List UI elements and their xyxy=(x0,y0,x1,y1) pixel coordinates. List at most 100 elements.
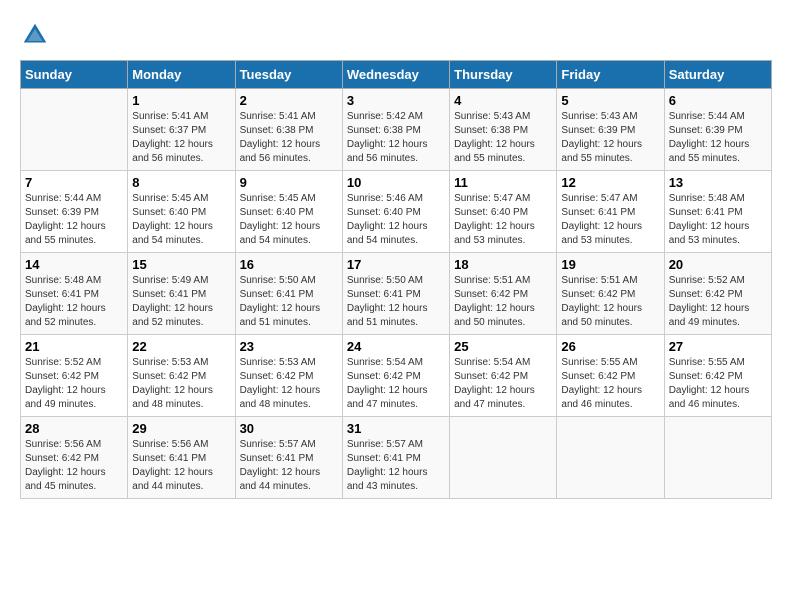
calendar-day-cell: 29 Sunrise: 5:56 AM Sunset: 6:41 PM Dayli… xyxy=(128,417,235,499)
day-number: 25 xyxy=(454,339,552,354)
day-number: 4 xyxy=(454,93,552,108)
day-number: 28 xyxy=(25,421,123,436)
day-number: 23 xyxy=(240,339,338,354)
day-of-week-header: Friday xyxy=(557,61,664,89)
calendar-day-cell: 31 Sunrise: 5:57 AM Sunset: 6:41 PM Dayli… xyxy=(342,417,449,499)
day-number: 9 xyxy=(240,175,338,190)
calendar-day-cell: 9Sunrise: 5:45 AM Sunset: 6:40 PM Daylig… xyxy=(235,171,342,253)
calendar-day-cell: 24Sunrise: 5:54 AM Sunset: 6:42 PM Dayli… xyxy=(342,335,449,417)
day-info: Sunrise: 5:55 AM Sunset: 6:42 PM Dayligh… xyxy=(561,356,659,412)
calendar-day-cell xyxy=(21,89,128,171)
day-info: Sunrise: 5:49 AM Sunset: 6:41 PM Dayligh… xyxy=(132,274,230,330)
calendar-day-cell xyxy=(450,417,557,499)
day-info: Sunrise: 5:43 AM Sunset: 6:38 PM Dayligh… xyxy=(454,110,552,166)
day-number: 5 xyxy=(561,93,659,108)
day-info: Sunrise: 5:44 AM Sunset: 6:39 PM Dayligh… xyxy=(25,192,123,248)
calendar-week-row: 7 Sunrise: 5:44 AM Sunset: 6:39 PM Daylig… xyxy=(21,171,772,253)
day-number: 22 xyxy=(132,339,230,354)
day-number: 29 xyxy=(132,421,230,436)
calendar-day-cell: 12 Sunrise: 5:47 AM Sunset: 6:41 PM Dayli… xyxy=(557,171,664,253)
day-number: 27 xyxy=(669,339,767,354)
day-number: 16 xyxy=(240,257,338,272)
calendar-day-cell: 17 Sunrise: 5:50 AM Sunset: 6:41 PM Dayli… xyxy=(342,253,449,335)
calendar-week-row: 28Sunrise: 5:56 AM Sunset: 6:42 PM Dayli… xyxy=(21,417,772,499)
day-number: 19 xyxy=(561,257,659,272)
day-info: Sunrise: 5:50 AM Sunset: 6:41 PM Dayligh… xyxy=(347,274,445,330)
day-info: Sunrise: 5:53 AM Sunset: 6:42 PM Dayligh… xyxy=(132,356,230,412)
day-number: 12 xyxy=(561,175,659,190)
day-number: 1 xyxy=(132,93,230,108)
calendar-day-cell: 22 Sunrise: 5:53 AM Sunset: 6:42 PM Dayli… xyxy=(128,335,235,417)
day-number: 17 xyxy=(347,257,445,272)
logo xyxy=(20,20,54,50)
calendar-day-cell: 15Sunrise: 5:49 AM Sunset: 6:41 PM Dayli… xyxy=(128,253,235,335)
day-number: 18 xyxy=(454,257,552,272)
page-header xyxy=(20,20,772,50)
calendar-table: SundayMondayTuesdayWednesdayThursdayFrid… xyxy=(20,60,772,499)
calendar-day-cell: 5 Sunrise: 5:43 AM Sunset: 6:39 PM Daylig… xyxy=(557,89,664,171)
day-info: Sunrise: 5:46 AM Sunset: 6:40 PM Dayligh… xyxy=(347,192,445,248)
day-of-week-header: Monday xyxy=(128,61,235,89)
day-of-week-header: Thursday xyxy=(450,61,557,89)
day-number: 14 xyxy=(25,257,123,272)
day-number: 2 xyxy=(240,93,338,108)
calendar-day-cell: 20Sunrise: 5:52 AM Sunset: 6:42 PM Dayli… xyxy=(664,253,771,335)
day-number: 24 xyxy=(347,339,445,354)
calendar-day-cell: 10 Sunrise: 5:46 AM Sunset: 6:40 PM Dayli… xyxy=(342,171,449,253)
day-info: Sunrise: 5:54 AM Sunset: 6:42 PM Dayligh… xyxy=(454,356,552,412)
day-info: Sunrise: 5:47 AM Sunset: 6:40 PM Dayligh… xyxy=(454,192,552,248)
day-of-week-header: Sunday xyxy=(21,61,128,89)
calendar-day-cell: 1 Sunrise: 5:41 AM Sunset: 6:37 PM Daylig… xyxy=(128,89,235,171)
day-info: Sunrise: 5:50 AM Sunset: 6:41 PM Dayligh… xyxy=(240,274,338,330)
day-info: Sunrise: 5:42 AM Sunset: 6:38 PM Dayligh… xyxy=(347,110,445,166)
calendar-day-cell: 3 Sunrise: 5:42 AM Sunset: 6:38 PM Daylig… xyxy=(342,89,449,171)
day-of-week-header: Tuesday xyxy=(235,61,342,89)
day-info: Sunrise: 5:52 AM Sunset: 6:42 PM Dayligh… xyxy=(25,356,123,412)
day-info: Sunrise: 5:53 AM Sunset: 6:42 PM Dayligh… xyxy=(240,356,338,412)
day-number: 31 xyxy=(347,421,445,436)
day-number: 7 xyxy=(25,175,123,190)
day-info: Sunrise: 5:51 AM Sunset: 6:42 PM Dayligh… xyxy=(561,274,659,330)
day-info: Sunrise: 5:52 AM Sunset: 6:42 PM Dayligh… xyxy=(669,274,767,330)
calendar-body: 1 Sunrise: 5:41 AM Sunset: 6:37 PM Daylig… xyxy=(21,89,772,499)
day-number: 11 xyxy=(454,175,552,190)
day-info: Sunrise: 5:43 AM Sunset: 6:39 PM Dayligh… xyxy=(561,110,659,166)
calendar-week-row: 14 Sunrise: 5:48 AM Sunset: 6:41 PM Dayli… xyxy=(21,253,772,335)
day-info: Sunrise: 5:55 AM Sunset: 6:42 PM Dayligh… xyxy=(669,356,767,412)
calendar-day-cell: 23 Sunrise: 5:53 AM Sunset: 6:42 PM Dayli… xyxy=(235,335,342,417)
calendar-week-row: 1 Sunrise: 5:41 AM Sunset: 6:37 PM Daylig… xyxy=(21,89,772,171)
calendar-day-cell: 26 Sunrise: 5:55 AM Sunset: 6:42 PM Dayli… xyxy=(557,335,664,417)
day-number: 30 xyxy=(240,421,338,436)
day-info: Sunrise: 5:51 AM Sunset: 6:42 PM Dayligh… xyxy=(454,274,552,330)
day-number: 26 xyxy=(561,339,659,354)
day-info: Sunrise: 5:56 AM Sunset: 6:41 PM Dayligh… xyxy=(132,438,230,494)
calendar-day-cell: 2 Sunrise: 5:41 AM Sunset: 6:38 PM Daylig… xyxy=(235,89,342,171)
day-info: Sunrise: 5:41 AM Sunset: 6:37 PM Dayligh… xyxy=(132,110,230,166)
calendar-day-cell: 16 Sunrise: 5:50 AM Sunset: 6:41 PM Dayli… xyxy=(235,253,342,335)
calendar-day-cell: 30 Sunrise: 5:57 AM Sunset: 6:41 PM Dayli… xyxy=(235,417,342,499)
day-info: Sunrise: 5:48 AM Sunset: 6:41 PM Dayligh… xyxy=(25,274,123,330)
day-number: 21 xyxy=(25,339,123,354)
calendar-week-row: 21 Sunrise: 5:52 AM Sunset: 6:42 PM Dayli… xyxy=(21,335,772,417)
day-info: Sunrise: 5:41 AM Sunset: 6:38 PM Dayligh… xyxy=(240,110,338,166)
calendar-day-cell: 18 Sunrise: 5:51 AM Sunset: 6:42 PM Dayli… xyxy=(450,253,557,335)
day-of-week-header: Saturday xyxy=(664,61,771,89)
calendar-day-cell: 27 Sunrise: 5:55 AM Sunset: 6:42 PM Dayli… xyxy=(664,335,771,417)
day-number: 3 xyxy=(347,93,445,108)
day-info: Sunrise: 5:57 AM Sunset: 6:41 PM Dayligh… xyxy=(347,438,445,494)
day-number: 13 xyxy=(669,175,767,190)
calendar-day-cell: 21 Sunrise: 5:52 AM Sunset: 6:42 PM Dayli… xyxy=(21,335,128,417)
calendar-day-cell: 6 Sunrise: 5:44 AM Sunset: 6:39 PM Daylig… xyxy=(664,89,771,171)
day-info: Sunrise: 5:47 AM Sunset: 6:41 PM Dayligh… xyxy=(561,192,659,248)
day-number: 10 xyxy=(347,175,445,190)
day-number: 6 xyxy=(669,93,767,108)
calendar-day-cell: 28Sunrise: 5:56 AM Sunset: 6:42 PM Dayli… xyxy=(21,417,128,499)
calendar-day-cell: 4 Sunrise: 5:43 AM Sunset: 6:38 PM Daylig… xyxy=(450,89,557,171)
day-number: 8 xyxy=(132,175,230,190)
logo-icon xyxy=(20,20,50,50)
calendar-day-cell: 13Sunrise: 5:48 AM Sunset: 6:41 PM Dayli… xyxy=(664,171,771,253)
calendar-day-cell xyxy=(557,417,664,499)
day-info: Sunrise: 5:44 AM Sunset: 6:39 PM Dayligh… xyxy=(669,110,767,166)
day-info: Sunrise: 5:45 AM Sunset: 6:40 PM Dayligh… xyxy=(132,192,230,248)
day-info: Sunrise: 5:57 AM Sunset: 6:41 PM Dayligh… xyxy=(240,438,338,494)
